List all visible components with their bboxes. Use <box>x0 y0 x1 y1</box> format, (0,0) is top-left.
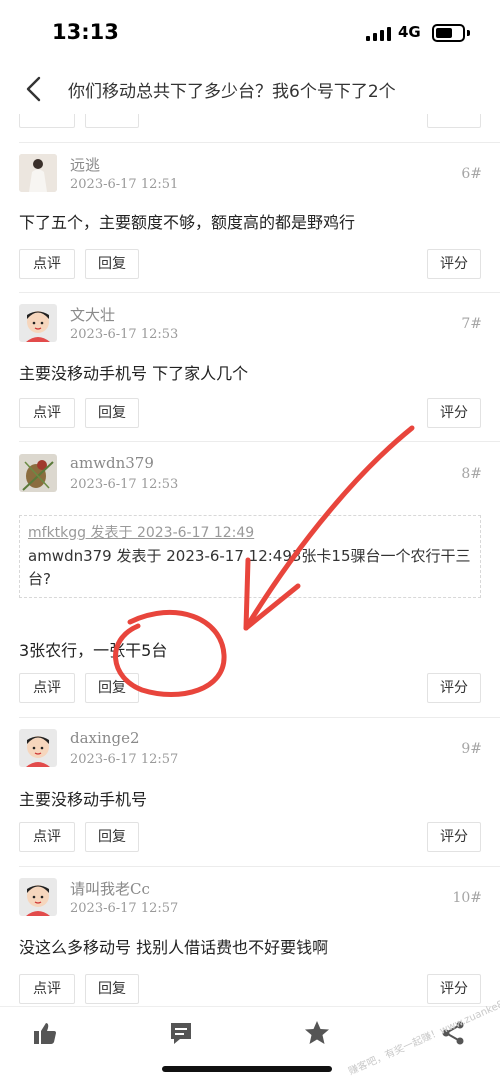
post-divider <box>19 292 500 293</box>
quote-block: mfktkgg 发表于 2023-6-17 12:49 amwdn379 发表于… <box>19 515 481 598</box>
network-type: 4G <box>398 23 421 41</box>
previous-post-actions <box>0 114 500 134</box>
timestamp: 2023-6-17 12:53 <box>70 327 179 342</box>
nav-bar: 你们移动总共下了多少台？我6个号下了2个 <box>0 64 500 114</box>
comment-button[interactable]: 点评 <box>19 673 75 703</box>
username[interactable]: 远逃 <box>70 154 100 175</box>
reply-button[interactable]: 回复 <box>85 822 139 852</box>
battery-cap <box>467 30 470 36</box>
status-bar: 13:13 4G <box>0 0 500 64</box>
timestamp: 2023-6-17 12:53 <box>70 477 179 492</box>
back-icon[interactable] <box>20 74 50 104</box>
comment-icon[interactable] <box>168 1020 194 1046</box>
post-divider <box>19 441 500 442</box>
reply-button[interactable]: 回复 <box>85 673 139 703</box>
comment-button[interactable]: 点评 <box>19 974 75 1004</box>
avatar[interactable] <box>19 729 57 767</box>
home-indicator[interactable] <box>162 1066 332 1072</box>
rate-button[interactable]: 评分 <box>427 673 481 703</box>
avatar[interactable] <box>19 304 57 342</box>
avatar[interactable] <box>19 454 57 492</box>
floor-number: 8# <box>461 466 482 482</box>
post-content: 没这么多移动号 找别人借话费也不好要钱啊 <box>19 938 329 957</box>
star-icon[interactable] <box>304 1020 330 1046</box>
avatar[interactable] <box>19 154 57 192</box>
floor-number: 7# <box>461 316 482 332</box>
post-divider <box>19 866 500 867</box>
comment-button[interactable]: 点评 <box>19 398 75 428</box>
previous-comment-button[interactable] <box>19 114 75 128</box>
status-time: 13:13 <box>52 20 119 44</box>
username[interactable]: amwdn379 <box>70 454 154 472</box>
thread-title: 你们移动总共下了多少台？我6个号下了2个 <box>68 82 396 102</box>
floor-number: 9# <box>461 741 482 757</box>
quote-body: amwdn379 发表于 2023-6-17 12:493张卡15骒台一个农行干… <box>28 547 471 588</box>
floor-number: 10# <box>452 890 482 906</box>
username[interactable]: 请叫我老Cc <box>70 878 150 899</box>
comment-button[interactable]: 点评 <box>19 822 75 852</box>
timestamp: 2023-6-17 12:51 <box>70 177 179 192</box>
cellular-signal-icon <box>366 25 392 41</box>
thumbs-up-icon[interactable] <box>32 1020 58 1046</box>
post-divider <box>19 142 500 143</box>
battery-icon <box>432 24 465 42</box>
rate-button[interactable]: 评分 <box>427 398 481 428</box>
post-content: 下了五个，主要额度不够，额度高的都是野鸡行 <box>19 213 356 232</box>
post-content: 主要没移动手机号 <box>19 790 148 809</box>
rate-button[interactable]: 评分 <box>427 822 481 852</box>
floor-number: 6# <box>461 166 482 182</box>
quote-header[interactable]: mfktkgg 发表于 2023-6-17 12:49 <box>28 522 472 542</box>
rate-button[interactable]: 评分 <box>427 974 481 1004</box>
avatar[interactable] <box>19 878 57 916</box>
reply-button[interactable]: 回复 <box>85 249 139 279</box>
post-content: 主要没移动手机号 下了家人几个 <box>19 364 249 383</box>
previous-reply-button[interactable] <box>85 114 139 128</box>
username[interactable]: 文大壮 <box>70 304 115 325</box>
reply-button[interactable]: 回复 <box>85 974 139 1004</box>
post-content: 3张农行，一张干5台 <box>19 641 168 660</box>
previous-rate-button[interactable] <box>427 114 481 128</box>
username[interactable]: daxinge2 <box>70 729 140 747</box>
post-divider <box>19 717 500 718</box>
rate-button[interactable]: 评分 <box>427 249 481 279</box>
timestamp: 2023-6-17 12:57 <box>70 901 179 916</box>
reply-button[interactable]: 回复 <box>85 398 139 428</box>
comment-button[interactable]: 点评 <box>19 249 75 279</box>
timestamp: 2023-6-17 12:57 <box>70 752 179 767</box>
